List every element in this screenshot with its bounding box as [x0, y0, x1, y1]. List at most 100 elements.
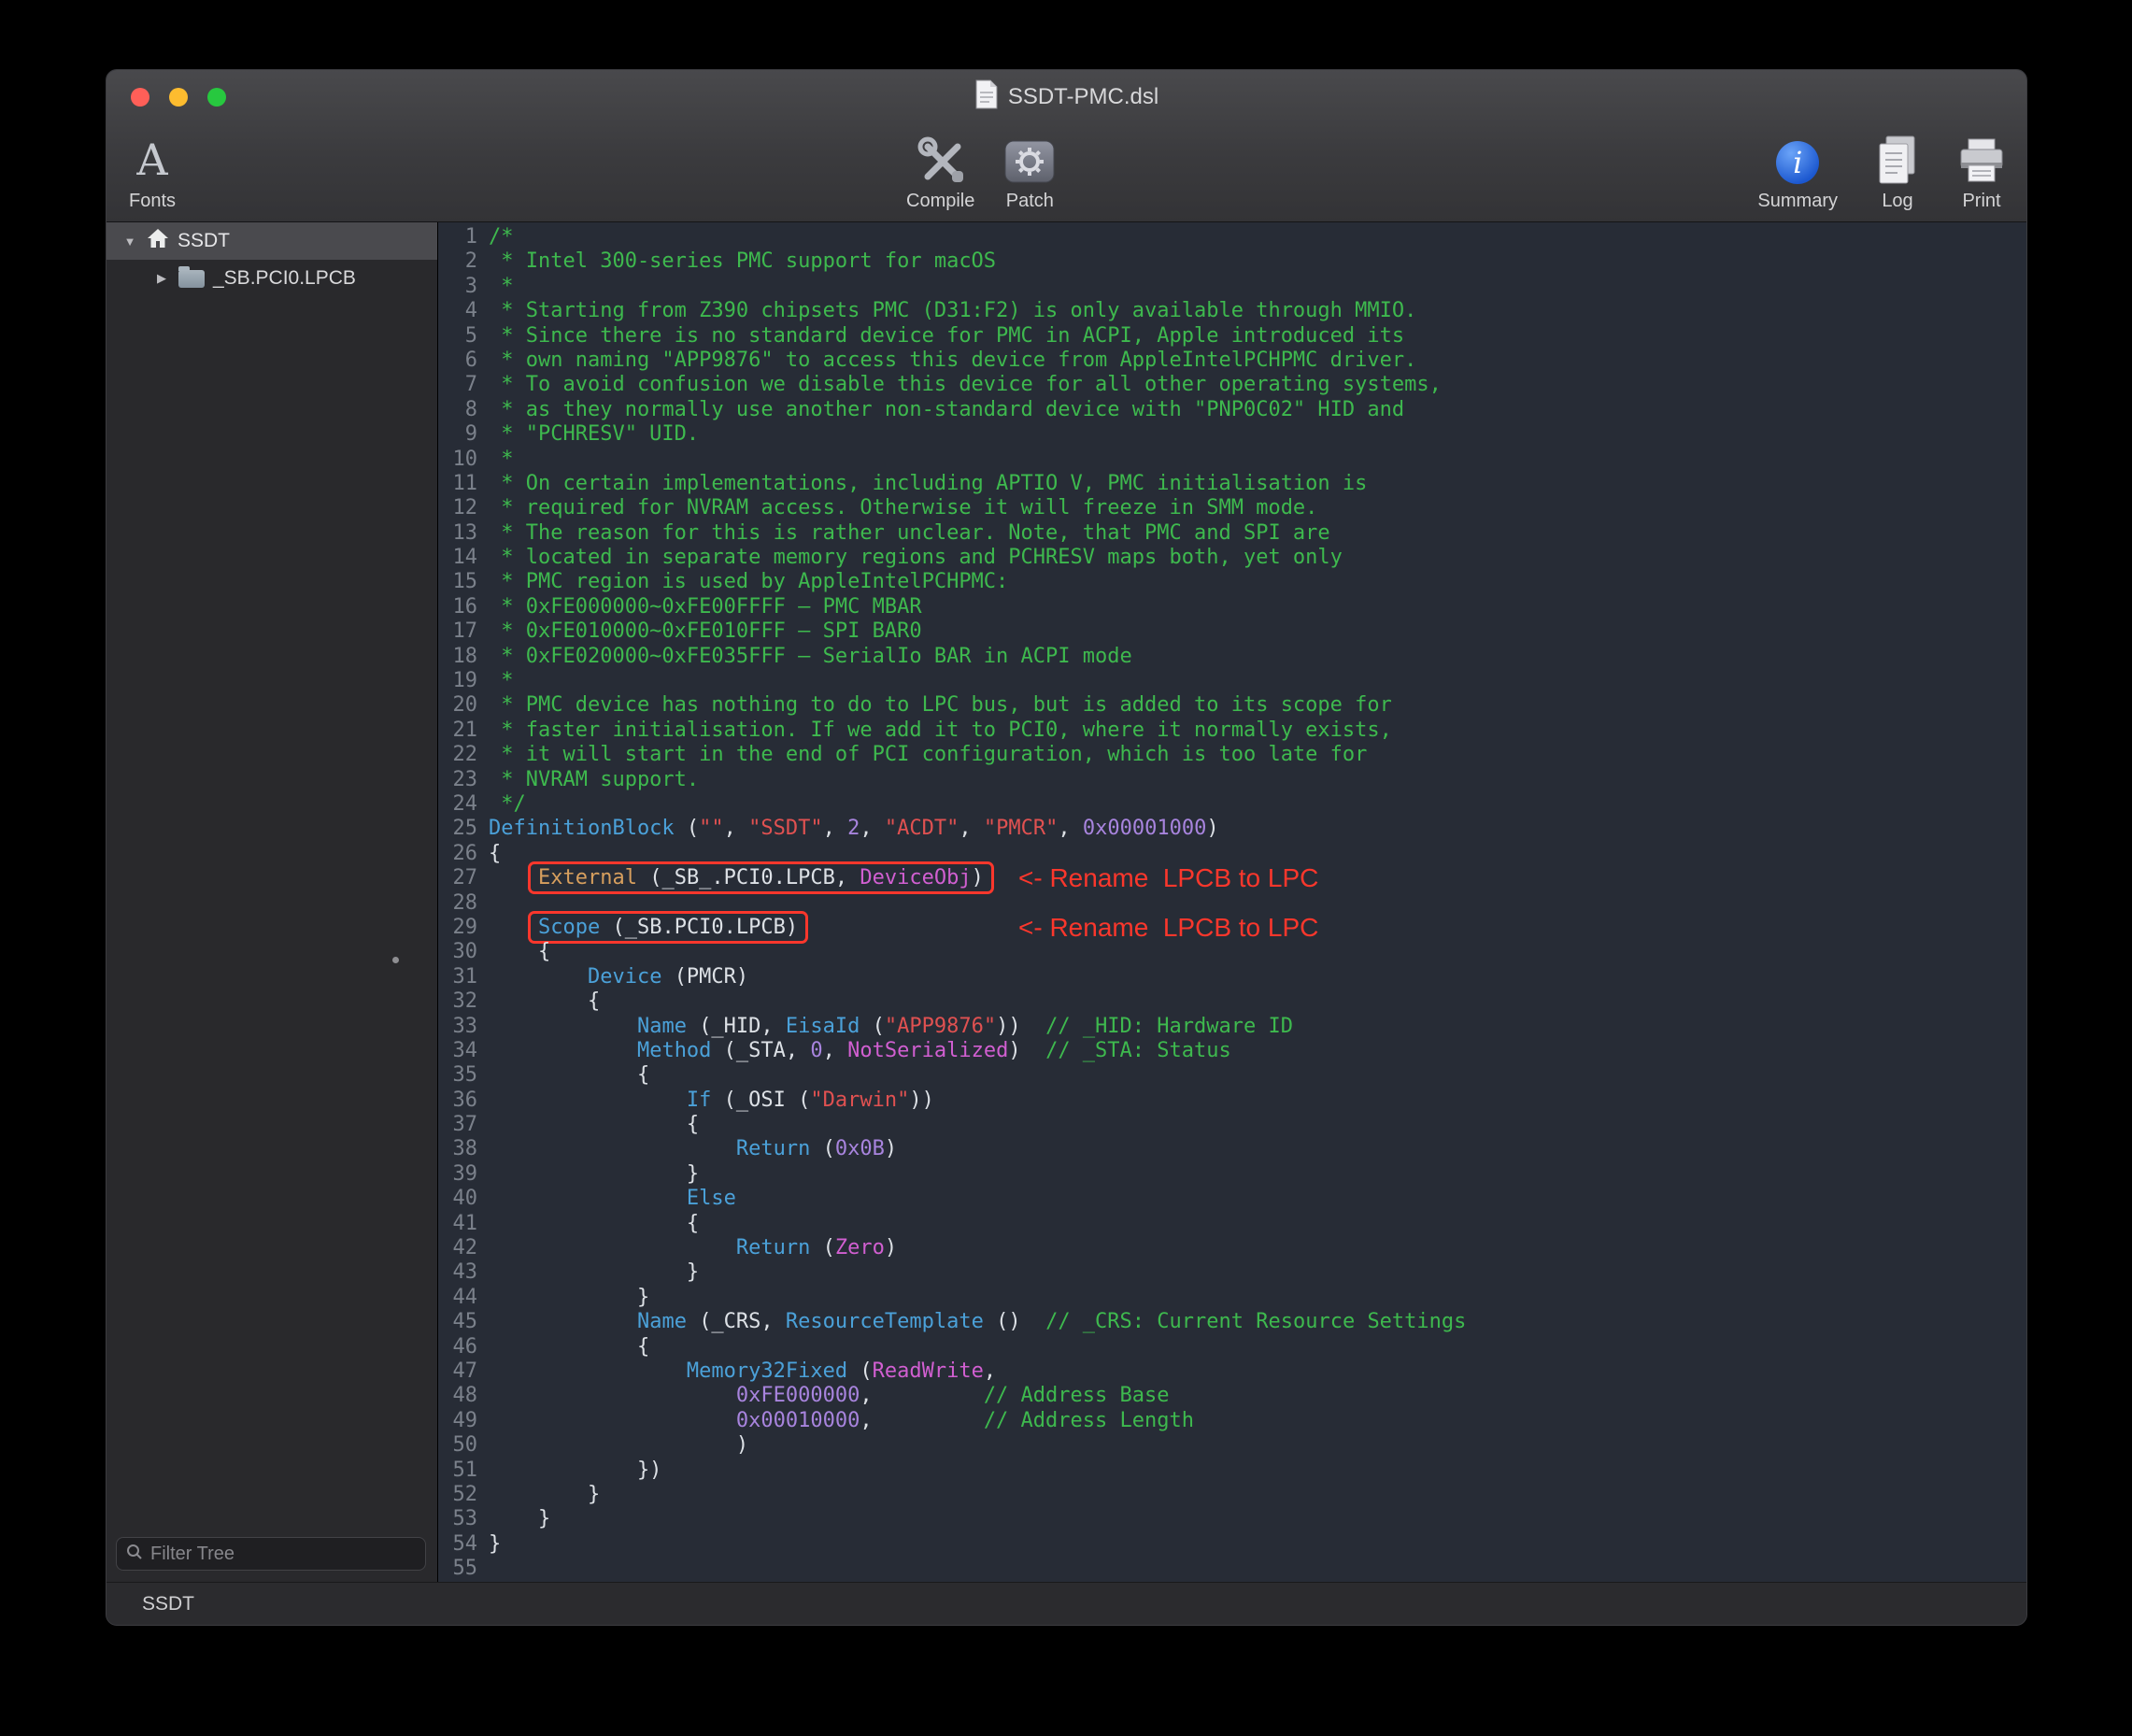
code-line[interactable]: 7 * To avoid confusion we disable this d… — [438, 373, 2026, 397]
code-line[interactable]: 15 * PMC region is used by AppleIntelPCH… — [438, 570, 2026, 594]
code-line[interactable]: 55 — [438, 1557, 2026, 1581]
code-line[interactable]: 52 } — [438, 1483, 2026, 1507]
fonts-button[interactable]: A Fonts — [129, 124, 176, 221]
code-line[interactable]: 23 * NVRAM support. — [438, 768, 2026, 792]
code-line[interactable]: 47 Memory32Fixed (ReadWrite, — [438, 1359, 2026, 1384]
code-line[interactable]: 50 ) — [438, 1433, 2026, 1458]
code-line[interactable]: 22 * it will start in the end of PCI con… — [438, 743, 2026, 767]
summary-info-icon: i — [1776, 141, 1819, 184]
tree-item-label: _SB.PCI0.LPCB — [213, 267, 356, 290]
minimize-button[interactable] — [169, 88, 188, 107]
code-line[interactable]: 42 Return (Zero) — [438, 1236, 2026, 1260]
line-number: 16 — [438, 595, 477, 619]
line-number: 5 — [438, 324, 477, 349]
code-line[interactable]: 4 * Starting from Z390 chipsets PMC (D31… — [438, 299, 2026, 323]
code-line[interactable]: 35 { — [438, 1063, 2026, 1088]
code-line[interactable]: 16 * 0xFE000000~0xFE00FFFF – PMC MBAR — [438, 595, 2026, 619]
line-number: 53 — [438, 1507, 477, 1531]
summary-label: Summary — [1757, 191, 1838, 212]
code-line[interactable]: 1/* — [438, 225, 2026, 249]
line-number: 4 — [438, 299, 477, 323]
line-number: 37 — [438, 1113, 477, 1137]
code-line[interactable]: 27 External (_SB_.PCI0.LPCB, DeviceObj)<… — [438, 866, 2026, 890]
zoom-button[interactable] — [207, 88, 226, 107]
content-area: ▼ SSDT ▶ _SB.PCI0.LPCB — [107, 222, 2026, 1582]
close-button[interactable] — [131, 88, 149, 107]
disclosure-closed-icon[interactable]: ▶ — [153, 271, 170, 286]
code-line[interactable]: 46 { — [438, 1335, 2026, 1359]
code-line[interactable]: 21 * faster initialisation. If we add it… — [438, 719, 2026, 743]
line-number: 22 — [438, 743, 477, 767]
code-line[interactable]: 9 * "PCHRESV" UID. — [438, 422, 2026, 447]
sidebar-item-ssdt[interactable]: ▼ SSDT — [107, 222, 437, 260]
document-icon — [974, 79, 999, 116]
code-line[interactable]: 24 */ — [438, 792, 2026, 817]
code-line[interactable]: 53 } — [438, 1507, 2026, 1531]
code-line[interactable]: 54} — [438, 1532, 2026, 1557]
code-line[interactable]: 3 * — [438, 275, 2026, 299]
code-editor[interactable]: 1/*2 * Intel 300-series PMC support for … — [438, 222, 2026, 1582]
code-line[interactable]: 5 * Since there is no standard device fo… — [438, 324, 2026, 349]
line-number: 43 — [438, 1260, 477, 1285]
compile-label: Compile — [906, 191, 974, 212]
code-line[interactable]: 25DefinitionBlock ("", "SSDT", 2, "ACDT"… — [438, 817, 2026, 841]
code-line[interactable]: 11 * On certain implementations, includi… — [438, 472, 2026, 496]
filter-tree-input[interactable] — [150, 1544, 416, 1565]
title-area: SSDT-PMC.dsl — [974, 79, 1158, 116]
code-line[interactable]: 37 { — [438, 1113, 2026, 1137]
code-line[interactable]: 43 } — [438, 1260, 2026, 1285]
code-line[interactable]: 48 0xFE000000, // Address Base — [438, 1384, 2026, 1408]
code-line[interactable]: 41 { — [438, 1212, 2026, 1236]
code-line[interactable]: 2 * Intel 300-series PMC support for mac… — [438, 249, 2026, 274]
code-line[interactable]: 6 * own naming "APP9876" to access this … — [438, 349, 2026, 373]
home-icon — [147, 228, 169, 254]
code-line[interactable]: 19 * — [438, 669, 2026, 693]
code-line[interactable]: 32 { — [438, 989, 2026, 1014]
line-number: 39 — [438, 1162, 477, 1187]
code-line[interactable]: 44 } — [438, 1286, 2026, 1310]
code-line[interactable]: 17 * 0xFE010000~0xFE010FFF – SPI BAR0 — [438, 619, 2026, 644]
line-number: 42 — [438, 1236, 477, 1260]
patch-label: Patch — [1006, 191, 1054, 212]
code-line[interactable]: 18 * 0xFE020000~0xFE035FFF – SerialIo BA… — [438, 645, 2026, 669]
line-number: 2 — [438, 249, 477, 274]
code-line[interactable]: 12 * required for NVRAM access. Otherwis… — [438, 496, 2026, 520]
code-line[interactable]: 38 Return (0x0B) — [438, 1137, 2026, 1161]
code-line[interactable]: 20 * PMC device has nothing to do to LPC… — [438, 693, 2026, 718]
patch-button[interactable]: Patch — [1004, 124, 1055, 221]
code-line[interactable]: 29 Scope (_SB.PCI0.LPCB)<- Rename LPCB t… — [438, 916, 2026, 940]
code-line[interactable]: 31 Device (PMCR) — [438, 965, 2026, 989]
print-button[interactable]: Print — [1957, 124, 2006, 221]
summary-button[interactable]: i Summary — [1757, 124, 1838, 221]
code-line[interactable]: 51 }) — [438, 1459, 2026, 1483]
compile-button[interactable]: Compile — [906, 124, 974, 221]
window-titlebar[interactable]: SSDT-PMC.dsl — [107, 70, 2026, 124]
window-chrome: SSDT-PMC.dsl A Fonts — [107, 70, 2026, 222]
code-line[interactable]: 14 * located in separate memory regions … — [438, 546, 2026, 570]
line-number: 10 — [438, 448, 477, 472]
code-line[interactable]: 13 * The reason for this is rather uncle… — [438, 521, 2026, 546]
code-line[interactable]: 8 * as they normally use another non-sta… — [438, 398, 2026, 422]
code-line[interactable]: 49 0x00010000, // Address Length — [438, 1409, 2026, 1433]
line-number: 50 — [438, 1433, 477, 1458]
search-icon — [126, 1544, 143, 1565]
line-number: 9 — [438, 422, 477, 447]
marker-dot — [392, 957, 399, 963]
sidebar-item-lpcb[interactable]: ▶ _SB.PCI0.LPCB — [107, 260, 437, 297]
code-line[interactable]: 36 If (_OSI ("Darwin")) — [438, 1089, 2026, 1113]
code-line[interactable]: 39 } — [438, 1162, 2026, 1187]
line-number: 24 — [438, 792, 477, 817]
line-number: 28 — [438, 891, 477, 916]
log-button[interactable]: Log — [1877, 124, 1918, 221]
code-line[interactable]: 40 Else — [438, 1187, 2026, 1211]
disclosure-open-icon[interactable]: ▼ — [121, 235, 138, 249]
window-title: SSDT-PMC.dsl — [1008, 84, 1158, 110]
code-line[interactable]: 30 { — [438, 940, 2026, 964]
line-number: 55 — [438, 1557, 477, 1581]
code-line[interactable]: 45 Name (_CRS, ResourceTemplate () // _C… — [438, 1310, 2026, 1334]
code-line[interactable]: 10 * — [438, 448, 2026, 472]
status-bar: SSDT — [107, 1582, 2026, 1625]
line-number: 32 — [438, 989, 477, 1014]
code-line[interactable]: 33 Name (_HID, EisaId ("APP9876")) // _H… — [438, 1015, 2026, 1039]
code-line[interactable]: 34 Method (_STA, 0, NotSerialized) // _S… — [438, 1039, 2026, 1063]
